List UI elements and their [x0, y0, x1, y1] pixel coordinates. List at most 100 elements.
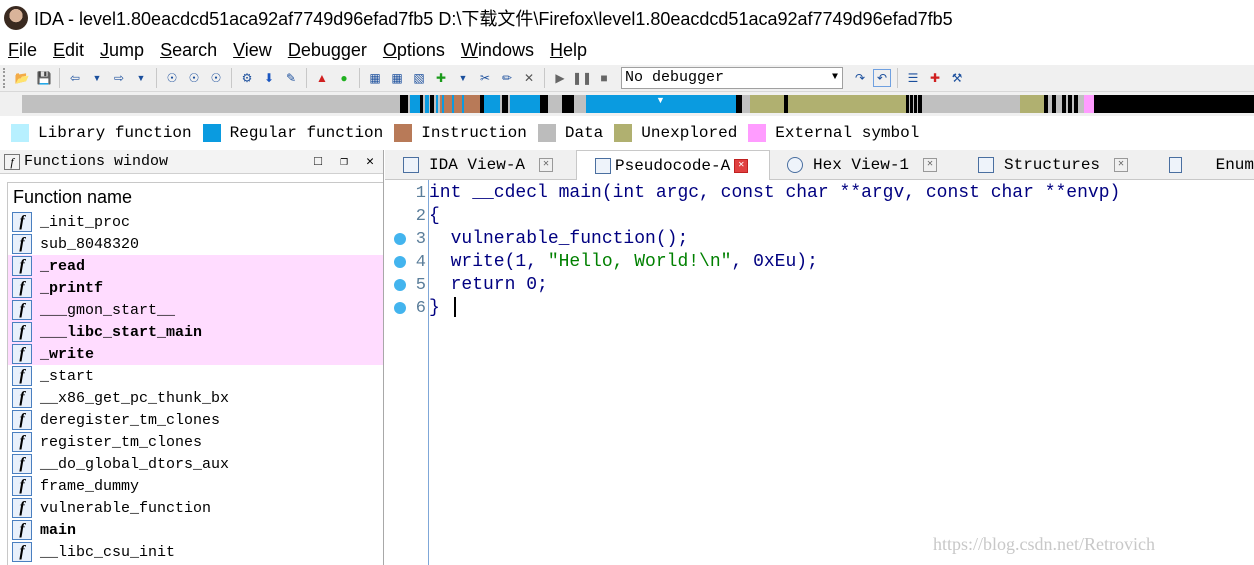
tab-close-icon[interactable]: ✕: [1114, 158, 1129, 172]
debugger-select[interactable]: No debugger ▼: [621, 67, 843, 89]
line-gutter[interactable]: 1 2 3 4 5 6: [385, 180, 428, 565]
column-header-function-name[interactable]: Function name: [8, 183, 383, 211]
edit-pen-icon[interactable]: ✏: [498, 69, 516, 87]
menu-jump[interactable]: Jump: [92, 36, 152, 64]
pause-icon[interactable]: ❚❚: [572, 69, 592, 87]
binoculars-immediate-icon[interactable]: ☉: [207, 69, 225, 87]
binoculars-text-icon[interactable]: ☉: [163, 69, 181, 87]
navigation-band[interactable]: ▼: [0, 92, 1254, 116]
function-row[interactable]: f _init_proc: [8, 211, 383, 233]
legend-external-symbol: External symbol: [748, 124, 919, 142]
function-name: __do_global_dtors_aux: [40, 455, 230, 473]
line-number: 6: [415, 299, 426, 318]
function-row[interactable]: f register_tm_clones: [8, 431, 383, 453]
menu-bar: File Edit Jump Search View Debugger Opti…: [0, 36, 1254, 64]
back-arrow-icon[interactable]: ⇦: [66, 69, 84, 87]
add-function-icon[interactable]: ✚: [432, 69, 450, 87]
jump-down-arrow-icon[interactable]: ⬇: [260, 69, 278, 87]
function-row[interactable]: f vulnerable_function: [8, 497, 383, 519]
tab-enums[interactable]: Enum: [1151, 150, 1254, 180]
pseudocode-view-icon: [595, 158, 611, 174]
step-into-icon[interactable]: ↷: [851, 69, 869, 87]
menu-search[interactable]: Search: [152, 36, 225, 64]
code-line[interactable]: int __cdecl main(int argc, const char **…: [429, 182, 1120, 205]
grid-icon[interactable]: ▦: [366, 69, 384, 87]
function-row[interactable]: f _read: [8, 255, 383, 277]
function-row[interactable]: f frame_dummy: [8, 475, 383, 497]
add-breakpoint-icon[interactable]: ✚: [926, 69, 944, 87]
add-dropdown-icon[interactable]: ▼: [454, 69, 472, 87]
function-row[interactable]: f deregister_tm_clones: [8, 409, 383, 431]
scissor-icon[interactable]: ✂: [476, 69, 494, 87]
grid-add-icon[interactable]: ▦: [388, 69, 406, 87]
function-name: ___libc_start_main: [40, 323, 203, 341]
float-icon[interactable]: ❐: [331, 154, 357, 169]
navigation-strip[interactable]: ▼: [22, 95, 1254, 113]
watermark: https://blog.csdn.net/Retrovich: [933, 534, 1155, 554]
play-icon[interactable]: ▶: [551, 69, 569, 87]
menu-view[interactable]: View: [225, 36, 280, 64]
save-icon[interactable]: 💾: [35, 69, 53, 87]
tab-structures[interactable]: Structures ✕: [960, 150, 1150, 180]
menu-debugger[interactable]: Debugger: [280, 36, 375, 64]
breakpoint-tools-icon[interactable]: ⚒: [948, 69, 966, 87]
function-row[interactable]: f main: [8, 519, 383, 541]
text-grid-icon[interactable]: ▧: [410, 69, 428, 87]
title-bar: IDA - level1.80eacdcd51aca92af7749d96efa…: [0, 0, 1254, 36]
function-row[interactable]: f _start: [8, 365, 383, 387]
forward-dropdown-icon[interactable]: ▼: [132, 69, 150, 87]
toolbar-grip[interactable]: [3, 68, 8, 88]
function-row[interactable]: f __x86_get_pc_thunk_bx: [8, 387, 383, 409]
menu-help[interactable]: Help: [542, 36, 595, 64]
stop-icon[interactable]: ■: [595, 69, 613, 87]
open-folder-icon[interactable]: 📂: [13, 69, 31, 87]
code-line[interactable]: write(1, "Hello, World!\n", 0xEu);: [429, 251, 1120, 274]
tab-close-icon[interactable]: ✕: [734, 159, 749, 173]
delete-x-icon[interactable]: ✕: [520, 69, 538, 87]
code-area[interactable]: int __cdecl main(int argc, const char **…: [429, 182, 1120, 320]
warning-triangle-icon[interactable]: ▲: [313, 69, 331, 87]
menu-edit[interactable]: Edit: [45, 36, 92, 64]
back-dropdown-icon[interactable]: ▼: [88, 69, 106, 87]
functions-window: f Functions window □ ❐ ✕ Function name f…: [0, 150, 384, 565]
search-next-icon[interactable]: ⚙: [238, 69, 256, 87]
function-row[interactable]: f __do_global_dtors_aux: [8, 453, 383, 475]
function-icon: f: [12, 234, 32, 254]
function-row[interactable]: f ___libc_start_main: [8, 321, 383, 343]
binoculars-binary-icon[interactable]: ☉: [185, 69, 203, 87]
functions-list[interactable]: Function name f _init_proc f sub_8048320 f _r…: [7, 182, 383, 565]
list-window-icon[interactable]: ☰: [904, 69, 922, 87]
pseudocode-editor[interactable]: 1 2 3 4 5 6 int __cdecl main(int argc, c…: [385, 180, 1254, 565]
line-number: 5: [415, 276, 426, 295]
tab-ida-view-a[interactable]: IDA View-A ✕: [385, 150, 575, 180]
close-icon[interactable]: ✕: [357, 154, 383, 169]
tab-close-icon[interactable]: ✕: [923, 158, 938, 172]
forward-arrow-icon[interactable]: ⇨: [110, 69, 128, 87]
function-row[interactable]: f ___gmon_start__: [8, 299, 383, 321]
code-line[interactable]: vulnerable_function();: [429, 228, 1120, 251]
menu-options[interactable]: Options: [375, 36, 453, 64]
step-over-icon[interactable]: ↶: [873, 69, 891, 87]
disassembly-view-icon: [403, 157, 419, 173]
code-line[interactable]: }: [429, 297, 1120, 320]
tab-close-icon[interactable]: ✕: [539, 158, 554, 172]
function-name: register_tm_clones: [40, 433, 203, 451]
view-tabs: IDA View-A ✕ Pseudocode-A ✕ Hex View-1 ✕…: [385, 150, 1254, 181]
code-line[interactable]: {: [429, 205, 1120, 228]
menu-file[interactable]: File: [0, 36, 45, 64]
function-icon: f: [12, 454, 32, 474]
function-name: ___gmon_start__: [40, 301, 176, 319]
function-row[interactable]: f _write: [8, 343, 383, 365]
code-line[interactable]: return 0;: [429, 274, 1120, 297]
search-graph-icon[interactable]: ✎: [282, 69, 300, 87]
function-icon: f: [12, 366, 32, 386]
function-name: __libc_csu_init: [40, 543, 176, 561]
function-row[interactable]: f _printf: [8, 277, 383, 299]
tab-hex-view-1[interactable]: Hex View-1 ✕: [771, 150, 959, 180]
function-row[interactable]: f sub_8048320: [8, 233, 383, 255]
tab-pseudocode-a[interactable]: Pseudocode-A ✕: [576, 150, 770, 181]
menu-windows[interactable]: Windows: [453, 36, 542, 64]
green-circle-icon[interactable]: ●: [335, 69, 353, 87]
restore-icon[interactable]: □: [305, 154, 331, 169]
function-row[interactable]: f __libc_csu_init: [8, 541, 383, 563]
